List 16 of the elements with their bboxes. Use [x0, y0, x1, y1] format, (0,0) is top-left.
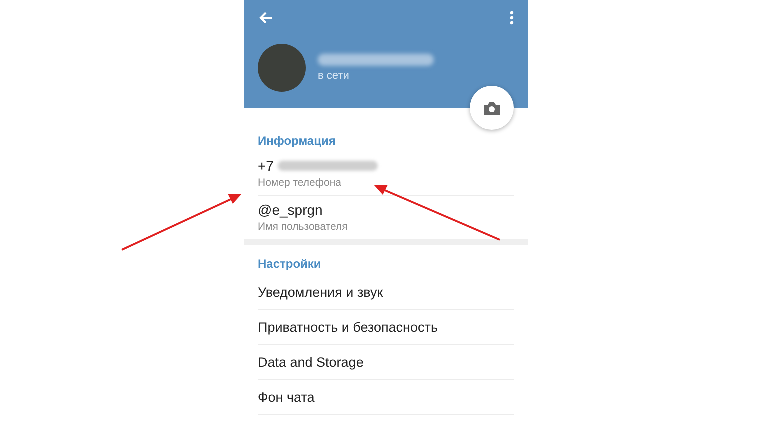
info-value: +7	[258, 158, 274, 174]
section-title: Настройки	[258, 257, 322, 273]
info-label: Номер телефона	[258, 177, 343, 189]
settings-item[interactable]: Уведомления и звук	[258, 275, 514, 310]
online-status: в сети	[318, 70, 350, 82]
section-title: Информация	[258, 134, 337, 150]
info-value: @e_sprgn	[258, 202, 323, 218]
settings-item[interactable]: Приватность и безопасность	[258, 310, 514, 345]
camera-icon	[483, 100, 501, 116]
info-label: Имя пользователя	[258, 221, 349, 233]
settings-item[interactable]: Data and Storage	[258, 345, 514, 380]
avatar-photo-placeholder	[258, 44, 306, 92]
more-menu-icon[interactable]	[510, 11, 514, 25]
settings-item[interactable]: Фон чата	[258, 380, 514, 415]
camera-button[interactable]	[470, 86, 514, 130]
back-arrow-icon[interactable]	[258, 10, 274, 26]
